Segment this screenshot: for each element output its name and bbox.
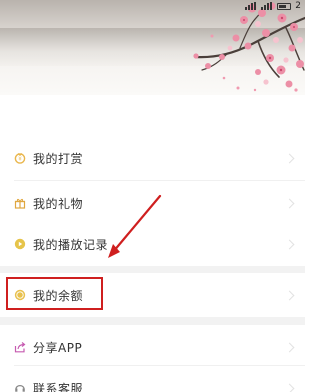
annotation-highlight-box <box>6 277 103 310</box>
chevron-right-icon <box>284 239 295 249</box>
customer-service-icon <box>14 382 26 392</box>
menu-item-share-app[interactable]: 分享APP <box>0 325 305 369</box>
menu-item-label: 分享APP <box>33 340 83 355</box>
battery-icon <box>277 2 292 10</box>
chevron-right-icon <box>284 153 295 163</box>
play-history-icon <box>14 238 26 250</box>
signal-icon-2 <box>261 2 273 10</box>
plum-blossom-illustration <box>193 2 305 92</box>
status-time: 2 <box>295 1 301 11</box>
reward-coin-icon: ¥ <box>14 152 26 164</box>
chevron-right-icon <box>284 342 295 352</box>
menu-item-my-gifts[interactable]: 我的礼物 <box>0 181 305 225</box>
signal-icon <box>245 2 257 10</box>
menu-item-my-rewards[interactable]: ¥ 我的打赏 <box>0 136 305 180</box>
share-icon <box>14 341 26 353</box>
list-top-spacer <box>0 95 305 135</box>
menu-item-label: 联系客服 <box>33 381 84 392</box>
chevron-right-icon <box>284 290 295 300</box>
status-bar: 2 <box>245 0 301 12</box>
menu-item-label: 我的礼物 <box>33 196 84 211</box>
menu-item-play-history[interactable]: 我的播放记录 <box>0 222 305 266</box>
gift-icon <box>14 197 26 209</box>
chevron-right-icon <box>284 198 295 208</box>
menu-item-label: 我的打赏 <box>33 151 84 166</box>
svg-text:¥: ¥ <box>18 157 22 163</box>
chevron-right-icon <box>284 383 295 392</box>
menu-item-label: 我的播放记录 <box>33 237 109 252</box>
profile-header-banner: 2 <box>0 0 305 95</box>
menu-item-contact-service[interactable]: 联系客服 <box>0 366 305 392</box>
